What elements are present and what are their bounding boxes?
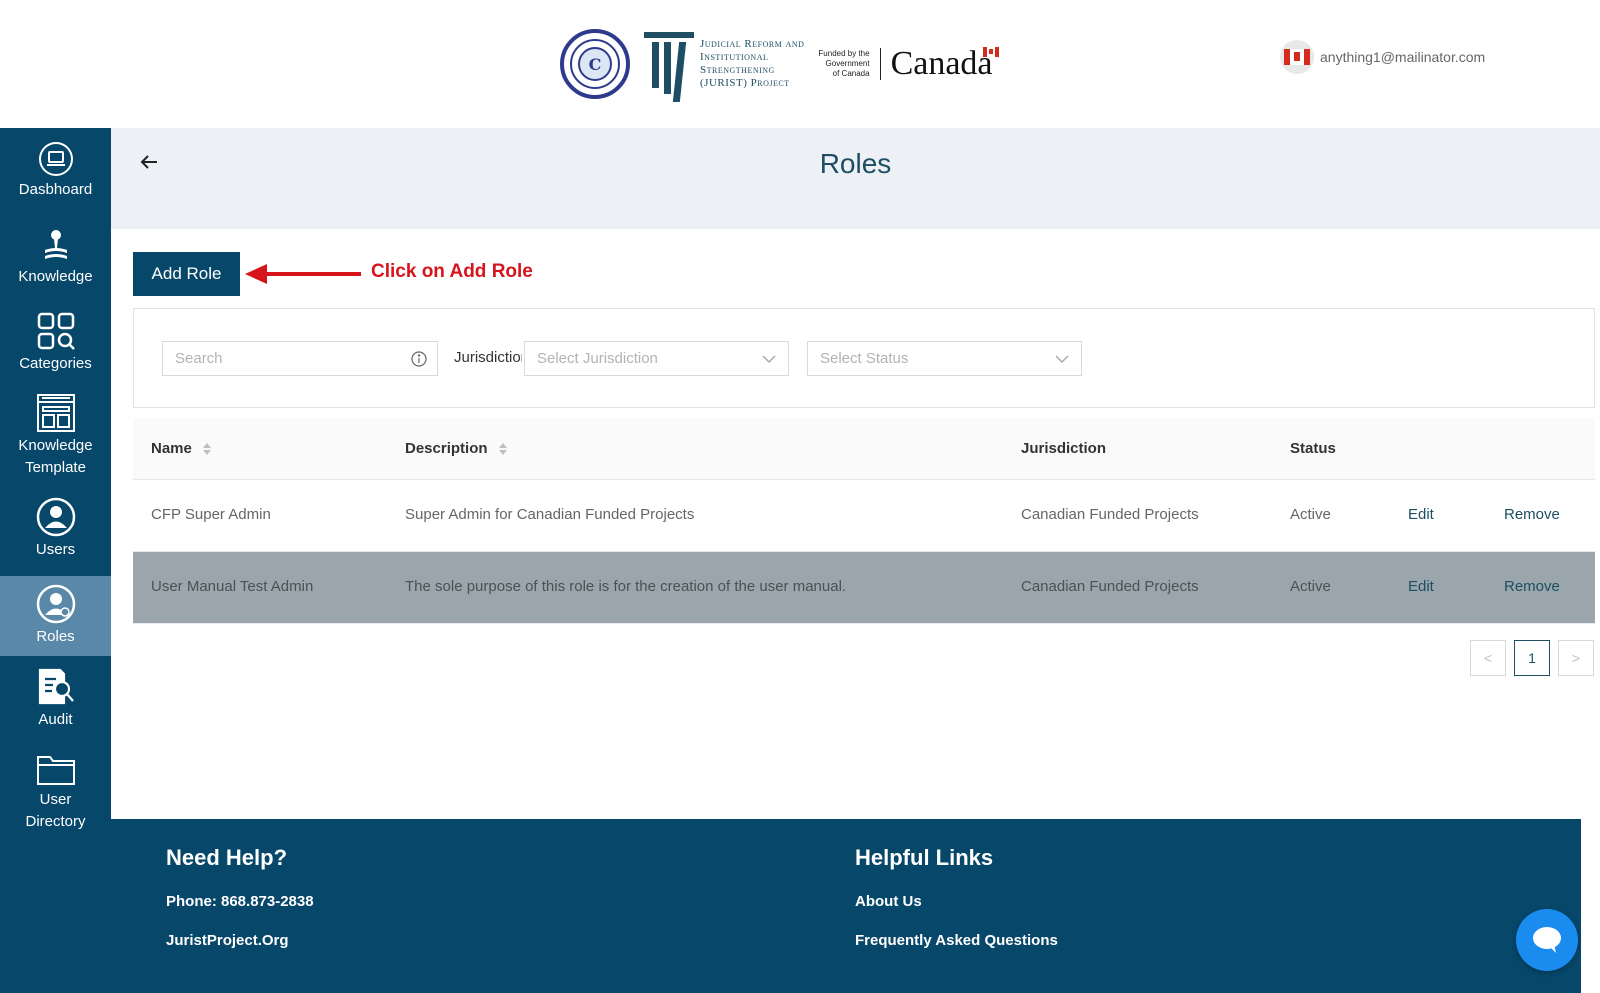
table-row[interactable]: User Manual Test Admin The sole purpose … <box>133 552 1595 624</box>
sidebar-item-roles[interactable]: Roles <box>0 576 111 656</box>
footer-links-heading: Helpful Links <box>855 845 994 870</box>
chat-button[interactable] <box>1516 909 1578 971</box>
role-status: Active <box>1290 578 1331 595</box>
jurisdiction-select-placeholder: Select Jurisdiction <box>537 350 658 367</box>
folder-icon <box>36 756 75 785</box>
logo-group: C Judicial Reform and Institutional Stre… <box>560 24 999 104</box>
column-header-name[interactable]: Name <box>151 440 212 457</box>
roles-table: Name Description Jurisdiction Status CFP… <box>133 418 1595 624</box>
sort-icon[interactable] <box>498 442 508 456</box>
user-email[interactable]: anything1@mailinator.com <box>1320 49 1485 65</box>
logo-divider <box>879 48 881 80</box>
footer-faq-link[interactable]: Frequently Asked Questions <box>855 932 1058 949</box>
info-icon[interactable] <box>411 351 427 367</box>
sidebar-item-dashboard[interactable]: Dasbhoard <box>0 128 111 214</box>
chat-bubble-icon <box>1533 927 1561 953</box>
role-description: The sole purpose of this role is for the… <box>405 578 847 595</box>
jurist-logo: Judicial Reform and Institutional Streng… <box>644 28 805 102</box>
sidebar-item-label: Dasbhoard <box>18 181 93 198</box>
audit-icon <box>38 668 74 705</box>
role-name: CFP Super Admin <box>151 506 271 523</box>
edit-link[interactable]: Edit <box>1408 506 1434 523</box>
roles-icon <box>36 584 75 624</box>
user-icon <box>36 497 75 537</box>
chevron-down-icon <box>762 355 776 364</box>
pagination-page-1[interactable]: 1 <box>1514 640 1550 676</box>
remove-link[interactable]: Remove <box>1504 578 1560 595</box>
pagination-next-button[interactable]: > <box>1558 640 1594 676</box>
pagination-prev-button[interactable]: < <box>1470 640 1506 676</box>
role-status: Active <box>1290 506 1331 523</box>
laptop-icon <box>38 142 73 176</box>
sidebar-item-knowledge-template[interactable]: Knowledge Template <box>0 386 111 486</box>
footer-site-link[interactable]: JuristProject.Org <box>166 932 289 949</box>
role-jurisdiction: Canadian Funded Projects <box>1021 506 1199 523</box>
jurisdiction-label: Jurisdiction <box>454 349 522 366</box>
template-icon <box>36 394 75 432</box>
sidebar-item-label: Audit <box>38 711 73 728</box>
court-seal-logo: C <box>560 29 630 99</box>
role-jurisdiction: Canadian Funded Projects <box>1021 578 1199 595</box>
role-name: User Manual Test Admin <box>151 578 314 595</box>
pillars-icon <box>644 28 696 102</box>
sidebar-item-label: Knowledge Template <box>18 437 93 476</box>
chevron-down-icon <box>1055 355 1069 364</box>
edit-link[interactable]: Edit <box>1408 578 1434 595</box>
canada-flag-icon <box>982 47 999 57</box>
add-role-button[interactable]: Add Role <box>133 252 240 296</box>
knowledge-icon <box>44 230 67 259</box>
sidebar-item-users[interactable]: Users <box>0 486 111 572</box>
sidebar-item-label: Knowledge <box>18 268 93 285</box>
avatar[interactable] <box>1280 40 1314 74</box>
status-select[interactable]: Select Status <box>807 341 1082 376</box>
sidebar-item-label: Users <box>35 541 76 558</box>
sidebar: Dasbhoard Knowledge Categories Knowledge… <box>0 128 111 993</box>
sidebar-item-user-directory[interactable]: User Directory <box>0 742 111 842</box>
table-header: Name Description Jurisdiction Status <box>133 418 1595 480</box>
search-box[interactable] <box>162 341 438 376</box>
canada-flag-icon <box>1284 49 1310 65</box>
sidebar-item-label: Roles <box>36 628 75 645</box>
footer-help-heading: Need Help? <box>166 845 288 870</box>
jurist-logo-text: Judicial Reform and Institutional Streng… <box>700 38 805 89</box>
user-menu[interactable]: anything1@mailinator.com <box>1280 40 1485 74</box>
status-select-placeholder: Select Status <box>820 350 909 367</box>
column-header-jurisdiction: Jurisdiction <box>1021 440 1107 457</box>
canada-wordmark: Canada <box>891 45 999 83</box>
sidebar-item-label: User Directory <box>25 791 86 830</box>
footer-about-link[interactable]: About Us <box>855 893 922 910</box>
page-title: Roles <box>819 148 892 179</box>
column-header-description[interactable]: Description <box>405 440 508 457</box>
callout-arrow-icon <box>245 264 361 284</box>
sidebar-item-label: Categories <box>19 355 92 372</box>
sidebar-item-audit[interactable]: Audit <box>0 656 111 742</box>
callout-text: Click on Add Role <box>371 261 533 282</box>
footer-phone[interactable]: Phone: 868.873-2838 <box>166 893 314 910</box>
role-description: Super Admin for Canadian Funded Projects <box>405 506 695 523</box>
table-row[interactable]: CFP Super Admin Super Admin for Canadian… <box>133 480 1595 552</box>
search-input[interactable] <box>163 342 393 375</box>
top-header: C Judicial Reform and Institutional Stre… <box>0 0 1600 128</box>
sidebar-item-knowledge[interactable]: Knowledge <box>0 214 111 300</box>
column-header-status: Status <box>1290 440 1336 457</box>
filter-panel: Jurisdiction Select Jurisdiction Select … <box>133 308 1595 408</box>
sort-icon[interactable] <box>202 442 212 456</box>
remove-link[interactable]: Remove <box>1504 506 1560 523</box>
jurisdiction-select[interactable]: Select Jurisdiction <box>524 341 789 376</box>
title-bar: Roles <box>111 128 1600 229</box>
funded-by-text: Funded by the Government of Canada <box>818 49 870 78</box>
categories-icon <box>37 312 75 350</box>
sidebar-item-categories[interactable]: Categories <box>0 300 111 386</box>
footer: Need Help? Phone: 868.873-2838 JuristPro… <box>111 819 1581 993</box>
